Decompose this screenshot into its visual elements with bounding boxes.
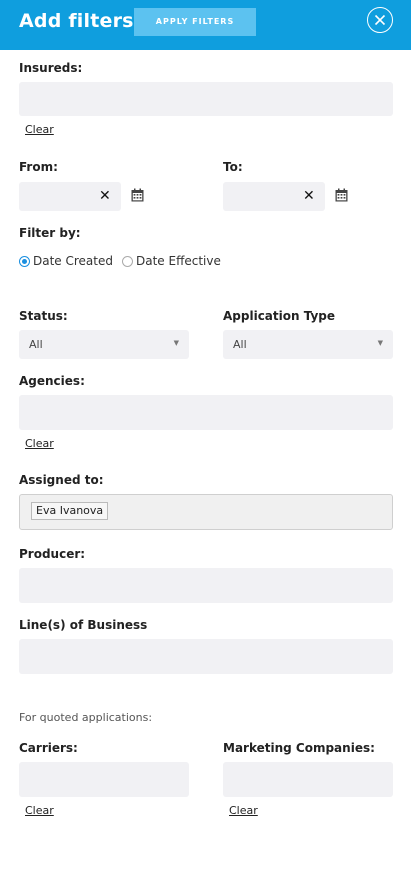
agencies-input[interactable] [19,395,393,430]
from-date-clear-icon[interactable]: ✕ [99,189,111,203]
caret-down-icon: ▼ [173,339,179,347]
status-select[interactable]: All ▼ [19,330,189,359]
agencies-label: Agencies: [19,374,85,388]
filter-by-label: Filter by: [19,226,81,240]
marketing-companies-clear-link[interactable]: Clear [229,804,258,817]
lines-of-business-input[interactable] [19,639,393,674]
application-type-selected-value: All [233,338,247,351]
close-icon [374,14,386,26]
marketing-companies-label: Marketing Companies: [223,741,375,755]
close-button[interactable] [367,7,393,33]
quoted-applications-note: For quoted applications: [19,711,153,724]
assigned-to-input[interactable]: Eva Ivanova [19,494,393,530]
carriers-input[interactable] [19,762,189,797]
carriers-clear-link[interactable]: Clear [25,804,54,817]
apply-filters-button[interactable]: APPLY FILTERS [134,8,256,36]
date-effective-label: Date Effective [136,254,221,268]
filter-by-date-created-option[interactable]: Date Created [19,254,113,268]
page-title: Add filters [19,10,134,32]
to-calendar-icon[interactable] [335,188,348,202]
marketing-companies-input[interactable] [223,762,393,797]
status-selected-value: All [29,338,43,351]
agencies-clear-link[interactable]: Clear [25,437,54,450]
caret-down-icon: ▼ [377,339,383,347]
assignee-tag[interactable]: Eva Ivanova [31,502,109,520]
to-date-clear-icon[interactable]: ✕ [303,189,315,203]
assigned-to-label: Assigned to: [19,473,104,487]
application-type-label: Application Type [223,309,336,323]
lines-of-business-label: Line(s) of Business [19,618,148,632]
to-label: To: [223,160,243,174]
producer-label: Producer: [19,547,86,561]
status-label: Status: [19,309,68,323]
insureds-label: Insureds: [19,61,83,75]
date-created-label: Date Created [33,254,113,268]
producer-input[interactable] [19,568,393,603]
insureds-clear-link[interactable]: Clear [25,123,54,136]
radio-unselected-icon[interactable] [122,255,133,267]
application-type-select[interactable]: All ▼ [223,330,393,359]
header-bar: Add filters APPLY FILTERS [0,0,411,50]
filter-by-date-effective-option[interactable]: Date Effective [122,254,221,268]
from-label: From: [19,160,58,174]
carriers-label: Carriers: [19,741,78,755]
radio-selected-icon[interactable] [19,255,30,267]
insureds-input[interactable] [19,82,393,116]
from-calendar-icon[interactable] [131,188,144,202]
